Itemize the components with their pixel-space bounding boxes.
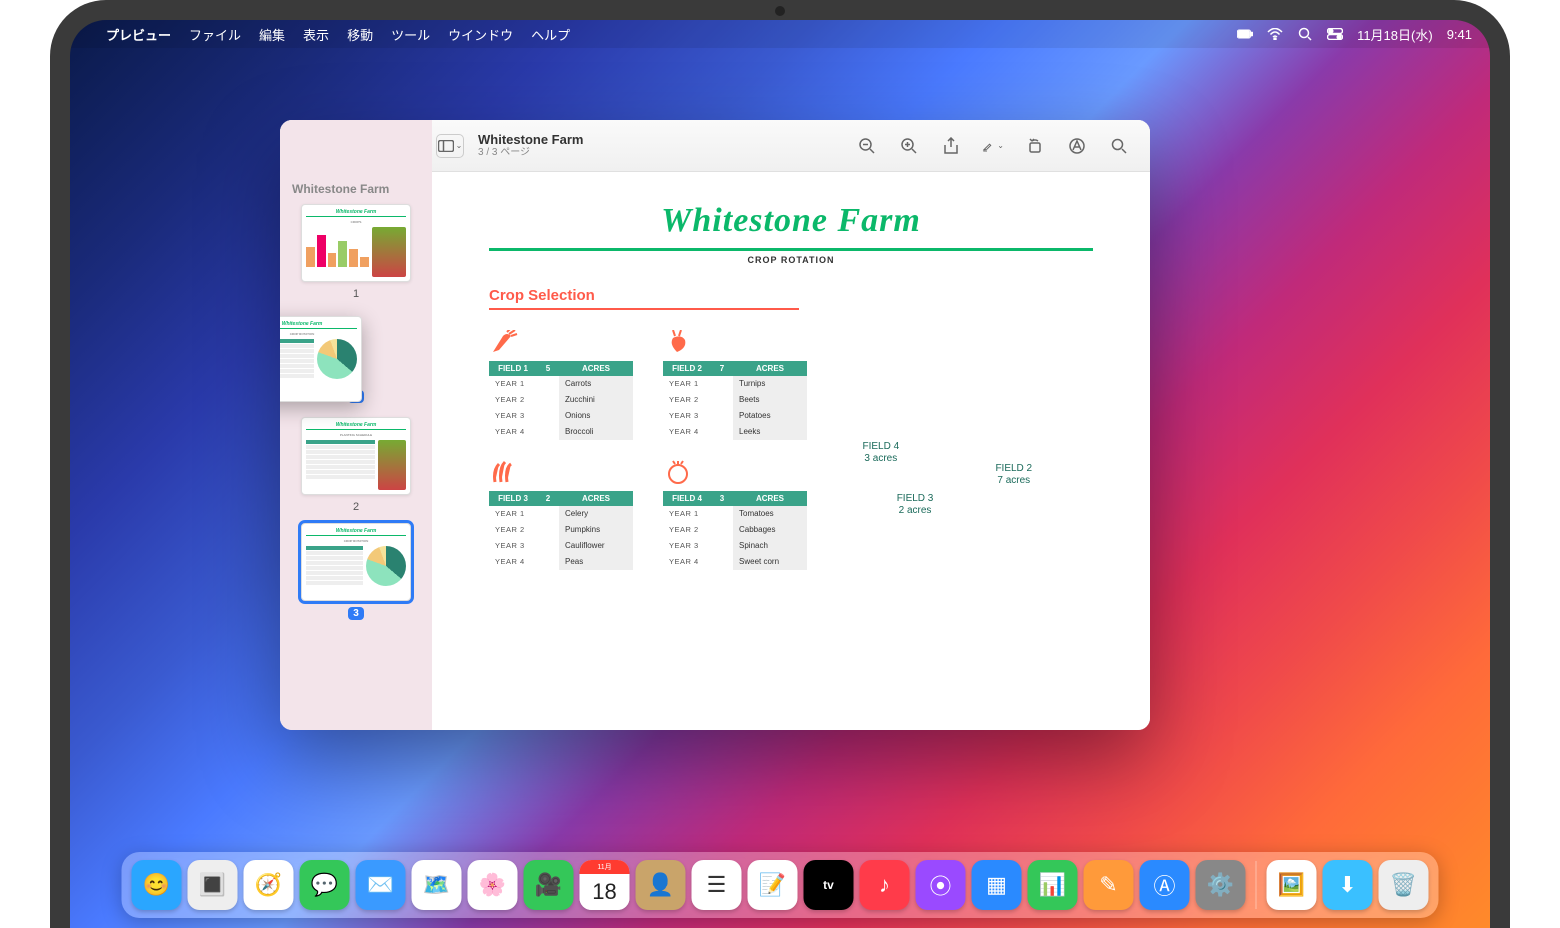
thumb-mini-title: Whitestone Farm <box>306 528 406 536</box>
dock-calendar[interactable]: 11月 18 <box>580 860 630 910</box>
dock-launchpad[interactable]: 🔳 <box>188 860 238 910</box>
search-button[interactable] <box>1108 135 1130 157</box>
menu-help[interactable]: ヘルプ <box>531 25 570 44</box>
field-table-1: FIELD 15ACRESYEAR 1CarrotsYEAR 2Zucchini… <box>489 330 633 440</box>
wifi-icon[interactable] <box>1267 27 1283 41</box>
thumbnail-2[interactable]: Whitestone Farm PLANTING SCHEDULE 2 <box>301 417 411 513</box>
thumbnail-caption-badge: 3 <box>348 607 364 620</box>
dock-contacts[interactable]: 👤 <box>636 860 686 910</box>
thumbnail-1[interactable]: Whitestone Farm CROPS 1 <box>301 204 411 300</box>
tomato-icon <box>663 460 693 484</box>
app-name[interactable]: プレビュー <box>106 25 171 44</box>
markup-button[interactable] <box>1066 135 1088 157</box>
dock-music[interactable]: ♪ <box>860 860 910 910</box>
dock-tv[interactable]: tv <box>804 860 854 910</box>
carrot-icon <box>489 330 519 354</box>
dock-separator <box>1256 861 1257 909</box>
desktop: プレビュー ファイル 編集 表示 移動 ツール ウインドウ ヘルプ 11月18日… <box>70 20 1490 928</box>
dock-photos[interactable]: 🌸 <box>468 860 518 910</box>
dock-settings[interactable]: ⚙️ <box>1196 860 1246 910</box>
acreage-pie-chart: FIELD 15 acres FIELD 27 acres FIELD 32 a… <box>833 320 1083 570</box>
thumbnail-3[interactable]: Whitestone Farm CROP ROTATION 3 <box>301 523 411 620</box>
thumb-mini-title: Whitestone Farm <box>306 209 406 217</box>
doc-subtitle: CROP ROTATION <box>489 255 1093 265</box>
dock-keynote[interactable]: ▦ <box>972 860 1022 910</box>
menu-go[interactable]: 移動 <box>347 25 373 44</box>
zoom-in-button[interactable] <box>898 135 920 157</box>
dock-pages[interactable]: ✎ <box>1084 860 1134 910</box>
dock-preview[interactable]: 🖼️ <box>1267 860 1317 910</box>
turnip-icon <box>663 330 693 354</box>
thumbnail-caption: 1 <box>353 288 359 300</box>
celery-icon <box>489 460 519 484</box>
window-subtitle: 3 / 3 ページ <box>478 147 583 159</box>
camera-notch <box>775 6 785 16</box>
field-table-3: FIELD 32ACRESYEAR 1CeleryYEAR 2PumpkinsY… <box>489 460 633 570</box>
menu-tools[interactable]: ツール <box>391 25 430 44</box>
thumbnail-caption: 2 <box>353 501 359 513</box>
dock-appstore[interactable]: Ⓐ <box>1140 860 1190 910</box>
menu-edit[interactable]: 編集 <box>259 25 285 44</box>
menu-view[interactable]: 表示 <box>303 25 329 44</box>
dock-numbers[interactable]: 📊 <box>1028 860 1078 910</box>
field-table-2: FIELD 27ACRESYEAR 1TurnipsYEAR 2BeetsYEA… <box>663 330 807 440</box>
dragging-thumbnail[interactable]: Whitestone Farm CROP ROTATION <box>280 316 362 402</box>
dock-messages[interactable]: 💬 <box>300 860 350 910</box>
thumb-mini-sub: CROP ROTATION <box>280 332 357 336</box>
window-title: Whitestone Farm <box>478 132 583 148</box>
menu-file[interactable]: ファイル <box>189 25 241 44</box>
title-rule <box>489 248 1093 251</box>
menubar: プレビュー ファイル 編集 表示 移動 ツール ウインドウ ヘルプ 11月18日… <box>70 20 1490 48</box>
highlight-button[interactable]: ⌄ <box>982 135 1004 157</box>
doc-title: Whitestone Farm <box>489 202 1093 240</box>
dock-notes[interactable]: 📝 <box>748 860 798 910</box>
thumb-mini-title: Whitestone Farm <box>280 321 357 329</box>
dock-trash[interactable]: 🗑️ <box>1379 860 1429 910</box>
preview-window: ⌄ Whitestone Farm 3 / 3 ページ ⌄ <box>280 120 1150 730</box>
dock-podcasts[interactable]: ⦿ <box>916 860 966 910</box>
field-table-4: FIELD 43ACRESYEAR 1TomatoesYEAR 2Cabbage… <box>663 460 807 570</box>
menubar-time[interactable]: 9:41 <box>1447 27 1472 42</box>
laptop-frame: プレビュー ファイル 編集 表示 移動 ツール ウインドウ ヘルプ 11月18日… <box>50 0 1510 928</box>
zoom-out-button[interactable] <box>856 135 878 157</box>
menubar-date[interactable]: 11月18日(水) <box>1357 25 1433 44</box>
sidebar-toggle-button[interactable]: ⌄ <box>436 134 464 158</box>
thumb-mini-sub: CROP ROTATION <box>306 539 406 543</box>
share-button[interactable] <box>940 135 962 157</box>
control-center-icon[interactable] <box>1327 27 1343 41</box>
battery-icon[interactable] <box>1237 27 1253 41</box>
rotate-button[interactable] <box>1024 135 1046 157</box>
dock-finder[interactable]: 😊 <box>132 860 182 910</box>
dock-downloads[interactable]: ⬇ <box>1323 860 1373 910</box>
dock-maps[interactable]: 🗺️ <box>412 860 462 910</box>
dock: 😊🔳🧭💬✉️🗺️🌸🎥 11月 18👤☰📝tv♪⦿▦📊✎Ⓐ⚙️ 🖼️⬇🗑️ <box>122 852 1439 918</box>
dock-reminders[interactable]: ☰ <box>692 860 742 910</box>
dock-mail[interactable]: ✉️ <box>356 860 406 910</box>
spotlight-icon[interactable] <box>1297 27 1313 41</box>
menu-window[interactable]: ウインドウ <box>448 25 513 44</box>
document-viewport[interactable]: Whitestone Farm CROP ROTATION Crop Selec… <box>432 120 1150 730</box>
dock-facetime[interactable]: 🎥 <box>524 860 574 910</box>
section-title: Crop Selection <box>489 287 1093 304</box>
thumbnail-sidebar: Whitestone Farm Whitestone Farm CROPS 1 … <box>280 120 432 730</box>
dock-safari[interactable]: 🧭 <box>244 860 294 910</box>
sidebar-title: Whitestone Farm <box>280 182 389 196</box>
thumb-mini-title: Whitestone Farm <box>306 422 406 430</box>
document-page: Whitestone Farm CROP ROTATION Crop Selec… <box>461 184 1121 714</box>
section-rule <box>489 308 799 310</box>
